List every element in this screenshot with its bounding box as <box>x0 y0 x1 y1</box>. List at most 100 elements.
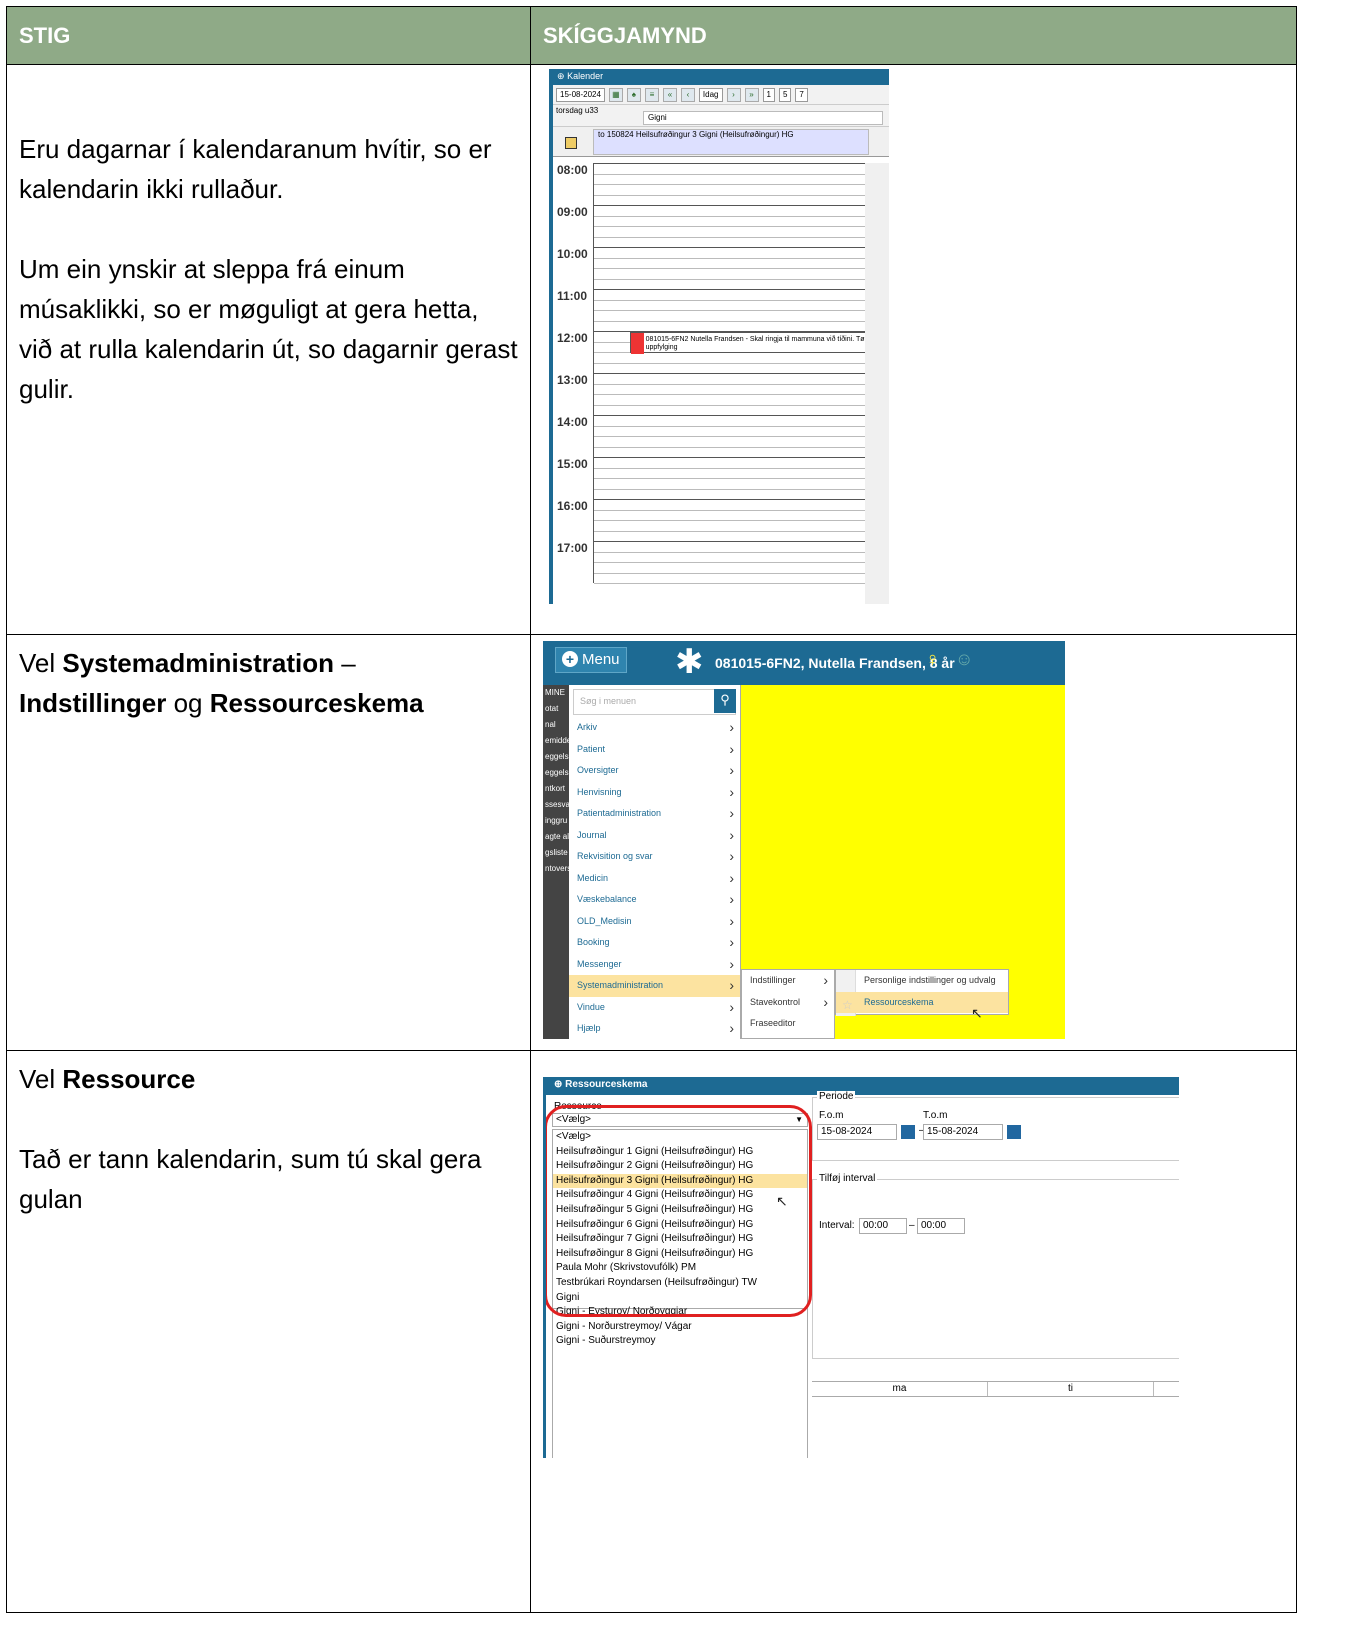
step-3-title: Vel Ressource <box>19 1059 518 1099</box>
menu-item[interactable]: Systemadministration › <box>569 975 740 997</box>
submenu-item-indstillinger[interactable]: Indstillinger › <box>742 970 834 992</box>
hour-slots[interactable]: 081015-6FN2 Nutella Frandsen - Skal ring… <box>593 331 889 374</box>
calendar-scrollbar[interactable] <box>865 163 889 604</box>
user-icon[interactable]: ☺ <box>955 649 973 670</box>
left-strip-item[interactable]: nal <box>543 717 569 733</box>
step-cell-2: Vel Systemadministration – Indstillinger… <box>6 634 531 1051</box>
menu-item[interactable]: Journal › <box>569 825 740 847</box>
today-button[interactable]: Idag <box>698 87 723 102</box>
view-7-button[interactable]: 7 <box>795 87 808 102</box>
calendar-titlebar: ⊕ Kalender <box>553 69 889 85</box>
menu-item[interactable]: Arkiv › <box>569 717 740 739</box>
interval-from-field[interactable]: 00:00 <box>859 1218 907 1234</box>
chevron-right-icon: › <box>729 891 734 907</box>
col-ti: ti <box>988 1382 1154 1396</box>
view-5-button[interactable]: 5 <box>778 87 792 102</box>
left-strip-item[interactable]: MINE <box>543 685 569 701</box>
submenu-label: Ressourceskema <box>864 996 934 1007</box>
periode-group: Periode F.o.m T.o.m 15-08-2024 – 15-08-2… <box>812 1091 1179 1161</box>
hour-slots[interactable] <box>593 247 869 290</box>
hour-label: 12:00 <box>557 331 588 345</box>
menu-item[interactable]: Oversigter › <box>569 760 740 782</box>
menu-item[interactable]: Rekvisition og svar › <box>569 846 740 868</box>
menu-item[interactable]: Patient › <box>569 739 740 761</box>
fast-forward-icon[interactable]: » <box>744 87 759 102</box>
screenshot-cell-3: ⊕ Ressourceskema Ressource <Vælg> ▼ <Vælg… <box>530 1050 1297 1613</box>
menu-item[interactable]: OLD_Medisin › <box>569 911 740 933</box>
ressourceskema-title: Ressourceskema <box>565 1079 648 1090</box>
calendar-icon[interactable] <box>901 1125 915 1139</box>
menu-item[interactable]: Vindue › <box>569 997 740 1019</box>
column-header-text: to 150824 Heilsufrøðingur 3 Gigni (Heils… <box>593 129 869 155</box>
hour-slots[interactable] <box>593 289 869 332</box>
menu-button[interactable]: + Menu <box>555 647 627 673</box>
tom-field[interactable]: 15-08-2024 <box>923 1124 1003 1140</box>
submenu-item-personlige[interactable]: Personlige indstillinger og udvalg <box>836 970 1008 992</box>
menu-item[interactable]: Booking › <box>569 932 740 954</box>
submenu-item-fraseeditor[interactable]: Fraseeditor <box>742 1013 834 1035</box>
step-2-og: og <box>166 688 210 718</box>
menu-item[interactable]: Henvisning › <box>569 782 740 804</box>
left-strip-item[interactable]: emidde <box>543 733 569 749</box>
left-strip-item[interactable]: gsliste <box>543 845 569 861</box>
hour-slots[interactable] <box>593 373 869 416</box>
calendar-small-icon[interactable] <box>565 137 577 149</box>
hour-row: 17:00 <box>557 541 869 584</box>
view-1-button[interactable]: 1 <box>762 87 775 102</box>
submenu-label: Indstillinger <box>750 975 796 985</box>
resource-field[interactable]: Gigni <box>643 111 883 125</box>
left-strip-item[interactable]: eggels <box>543 765 569 781</box>
periode-label: Periode <box>817 1091 856 1102</box>
chevron-right-icon: › <box>823 972 828 988</box>
chevron-right-icon: › <box>729 740 734 757</box>
search-icon[interactable]: ⚲ <box>714 689 736 713</box>
date-field[interactable]: 15-08-2024 <box>556 87 605 102</box>
submenu-label: Personlige indstillinger og udvalg <box>864 975 996 985</box>
chevron-right-icon: › <box>823 993 828 1010</box>
menu-search-input[interactable]: Søg i menuen ⚲ <box>573 689 736 715</box>
left-strip-item[interactable]: agte al <box>543 829 569 845</box>
menu-item-label: OLD_Medisin <box>577 915 632 926</box>
appointment[interactable]: 081015-6FN2 Nutella Frandsen - Skal ring… <box>630 332 889 354</box>
screenshot-cell-1: ⊕ Kalender 15-08-2024 ▦ ♠ ≡ « ‹ Idag › »… <box>530 64 1297 635</box>
menu-item-label: Hjælp <box>577 1023 601 1033</box>
forward-icon[interactable]: › <box>726 87 741 102</box>
back-icon[interactable]: ‹ <box>680 87 695 102</box>
hour-slots[interactable] <box>593 415 869 458</box>
dash-separator: – <box>909 1220 915 1231</box>
menu-item[interactable]: Medicin › <box>569 868 740 890</box>
hour-slots[interactable] <box>593 205 869 248</box>
calendar-icon[interactable]: ▦ <box>608 87 623 102</box>
left-strip-item[interactable]: otat <box>543 701 569 717</box>
calendar-icon[interactable] <box>1007 1125 1021 1139</box>
step-cell-1: Eru dagarnar í kalendaranum hvítir, so e… <box>6 64 531 635</box>
chevron-right-icon: › <box>729 955 734 972</box>
menu-item[interactable]: Hjælp › <box>569 1018 740 1039</box>
hour-row: 15:00 <box>557 457 869 500</box>
left-strip: MINE otat nal emidde eggels eggels ntkort ssesv… <box>543 685 569 1039</box>
hour-slots[interactable] <box>593 499 869 542</box>
left-strip-item[interactable]: ntkort <box>543 781 569 797</box>
left-strip-item[interactable]: inggru <box>543 813 569 829</box>
hour-slots[interactable] <box>593 163 869 206</box>
binoculars-icon[interactable]: ♠ <box>626 87 641 102</box>
interval-to-field[interactable]: 00:00 <box>917 1218 965 1234</box>
hour-label: 09:00 <box>557 205 588 219</box>
calendar-toolbar: 15-08-2024 ▦ ♠ ≡ « ‹ Idag › » 1 5 7 <box>553 85 889 105</box>
left-strip-item[interactable]: ntovers <box>543 861 569 877</box>
tom-label: T.o.m <box>923 1110 948 1121</box>
submenu-item-stavekontrol[interactable]: Stavekontrol › <box>742 992 834 1014</box>
hour-slots[interactable] <box>593 457 869 500</box>
hour-slots[interactable] <box>593 541 869 584</box>
menu-item[interactable]: Patientadministration › <box>569 803 740 825</box>
left-strip-item[interactable]: eggels <box>543 749 569 765</box>
list-icon[interactable]: ≡ <box>644 87 659 102</box>
left-strip-item[interactable]: ssesvar <box>543 797 569 813</box>
fast-back-icon[interactable]: « <box>662 87 677 102</box>
menu-item[interactable]: Væskebalance › <box>569 889 740 911</box>
hour-label: 17:00 <box>557 541 588 555</box>
fom-field[interactable]: 15-08-2024 <box>817 1124 897 1140</box>
highlight-circle <box>546 1105 812 1317</box>
step-2-prefix: Vel <box>19 648 63 678</box>
menu-item[interactable]: Messenger › <box>569 954 740 976</box>
